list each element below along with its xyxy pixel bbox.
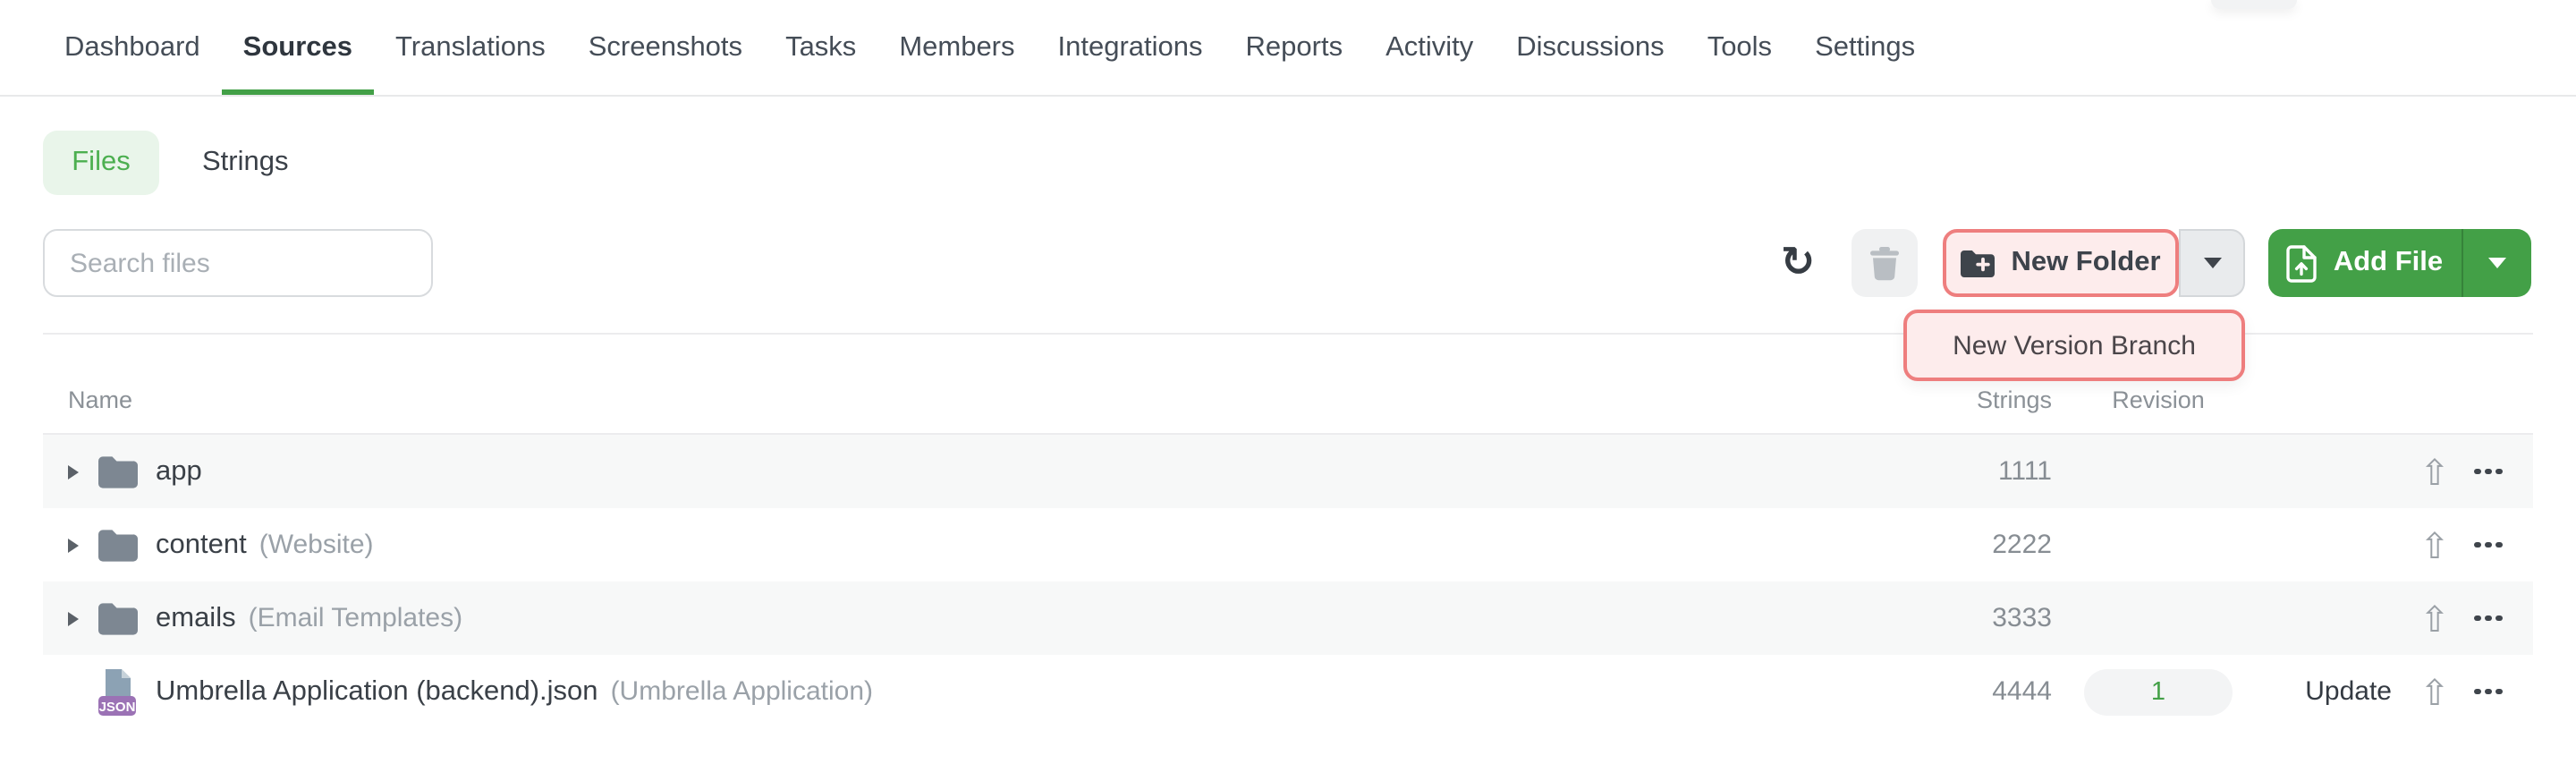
name-cell: app [43,435,1782,508]
chevron-down-icon [2203,258,2221,268]
row-menu-button[interactable] [2463,655,2513,728]
new-folder-button[interactable]: New Folder [1943,229,2179,297]
row-menu-button[interactable] [2463,508,2513,581]
add-file-dropdown-toggle[interactable] [2463,229,2531,297]
refresh-icon: ↻ [1781,240,1816,286]
name-cell: content (Website) [43,508,1782,581]
strings-count: 2222 [1909,508,2052,581]
nav-item-screenshots[interactable]: Screenshots [567,0,764,95]
expand-chevron-icon[interactable] [68,538,79,552]
column-header-revision: Revision [2084,386,2233,413]
cutoff-toast-remnant [2211,0,2297,9]
upload-translations-button[interactable]: ⇧ [2413,435,2456,508]
upload-translations-button[interactable]: ⇧ [2413,581,2456,655]
nav-item-settings[interactable]: Settings [1793,0,1936,95]
item-name: app [156,455,202,488]
tab-files[interactable]: Files [43,131,159,195]
item-name: content [156,529,247,561]
new-folder-dropdown-toggle[interactable] [2179,229,2245,297]
column-header-strings: Strings [1909,386,2052,413]
add-file-button[interactable]: Add File [2268,229,2531,297]
delete-button[interactable] [1852,229,1918,297]
search-input[interactable] [43,229,433,297]
strings-count: 1111 [1909,435,2052,508]
page: Dashboard Sources Translations Screensho… [0,0,2576,764]
trash-icon [1869,246,1900,280]
name-cell: emails (Email Templates) [43,581,1782,655]
top-navigation: Dashboard Sources Translations Screensho… [0,0,2576,97]
folder-icon [98,529,138,561]
refresh-button[interactable]: ↻ [1766,231,1830,295]
dots-icon [2475,469,2481,475]
nav-item-members[interactable]: Members [877,0,1036,95]
item-note: (Umbrella Application) [611,676,873,707]
item-name: Umbrella Application (backend).json [156,675,598,708]
dots-icon [2475,615,2481,622]
table-row-umbrella-json[interactable]: JSON Umbrella Application (backend).json… [43,655,2533,728]
table-row-content[interactable]: content (Website) 2222 ⇧ [43,508,2533,581]
item-note: (Email Templates) [249,603,463,633]
tab-strings[interactable]: Strings [202,131,289,195]
files-table: Name Strings Revision app 1111 ⇧ [43,365,2533,728]
folder-icon [98,455,138,488]
upload-icon: ⇧ [2419,597,2450,640]
item-name: emails [156,602,236,634]
menu-item-new-version-branch[interactable]: New Version Branch [1903,310,2245,381]
expand-chevron-icon[interactable] [68,611,79,625]
table-row-emails[interactable]: emails (Email Templates) 3333 ⇧ [43,581,2533,655]
nav-item-translations[interactable]: Translations [374,0,567,95]
folder-icon [98,602,138,634]
expand-chevron-icon[interactable] [68,464,79,479]
nav-item-reports[interactable]: Reports [1224,0,1365,95]
file-add-icon [2287,244,2318,282]
json-file-icon: JSON [98,668,138,715]
table-row-app[interactable]: app 1111 ⇧ [43,435,2533,508]
dots-icon [2475,542,2481,548]
nav-item-dashboard[interactable]: Dashboard [43,0,222,95]
folder-plus-icon [1961,250,1995,276]
nav-item-activity[interactable]: Activity [1364,0,1495,95]
row-menu-button[interactable] [2463,581,2513,655]
item-note: (Website) [259,530,374,560]
name-cell: JSON Umbrella Application (backend).json… [43,655,1782,728]
column-header-name: Name [68,386,132,413]
add-file-label: Add File [2334,247,2443,279]
nav-item-discussions[interactable]: Discussions [1495,0,1685,95]
nav-item-integrations[interactable]: Integrations [1037,0,1224,95]
nav-item-tools[interactable]: Tools [1686,0,1793,95]
json-badge-label: JSON [99,699,136,714]
upload-icon: ⇧ [2419,523,2450,566]
files-toolbar: ↻ New Folder [43,229,2533,297]
new-folder-label: New Folder [2011,247,2160,279]
upload-translations-button[interactable]: ⇧ [2413,508,2456,581]
upload-icon: ⇧ [2419,450,2450,493]
nav-item-sources[interactable]: Sources [222,0,374,95]
upload-translations-button[interactable]: ⇧ [2413,655,2456,728]
update-link[interactable]: Update [2177,655,2392,728]
nav-item-tasks[interactable]: Tasks [764,0,877,95]
strings-count: 4444 [1909,655,2052,728]
chevron-down-icon [2488,258,2506,268]
view-tabs: Files Strings [43,131,289,195]
upload-icon: ⇧ [2419,670,2450,713]
strings-count: 3333 [1909,581,2052,655]
dots-icon [2475,689,2481,695]
row-menu-button[interactable] [2463,435,2513,508]
